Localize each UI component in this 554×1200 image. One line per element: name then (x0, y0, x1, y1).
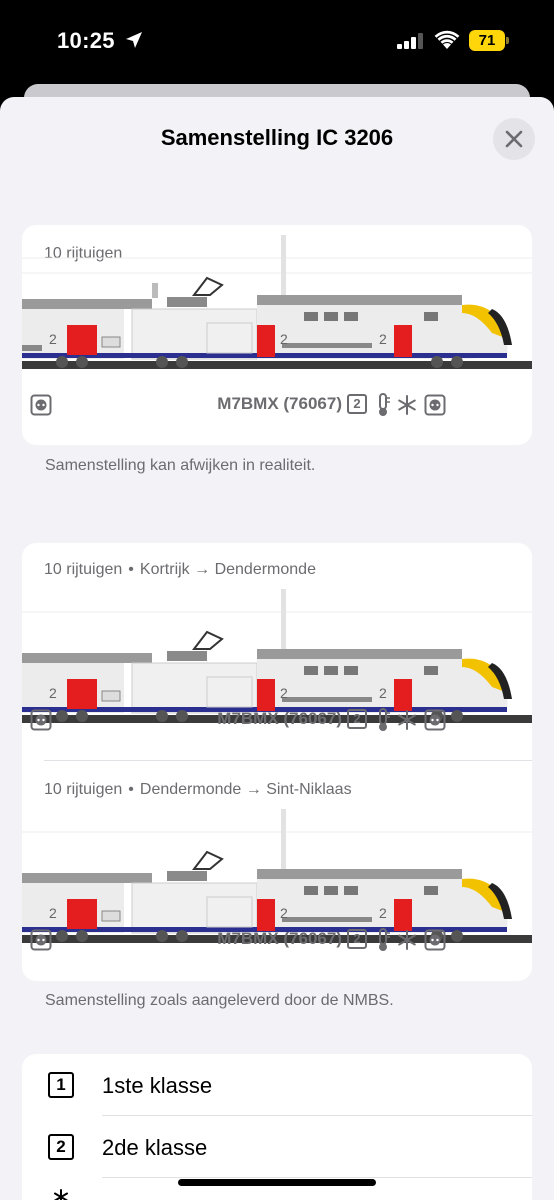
class-marker: 2 (379, 331, 387, 347)
status-bar: 10:25 71 (0, 0, 554, 82)
second-class-icon: 2 (48, 1134, 74, 1160)
heating-icon (379, 393, 390, 416)
carriage-info-row: M7BMX (76067) 2 (22, 391, 532, 421)
segment-divider (44, 760, 532, 761)
heating-icon (379, 928, 390, 951)
carriage-info-row: M7BMX (76067) 2 (22, 706, 532, 736)
second-class-icon: 2 (347, 394, 367, 414)
close-icon (505, 130, 523, 148)
home-indicator[interactable] (178, 1179, 376, 1186)
train-graphic: 2 2 2 (22, 809, 532, 943)
card-caption: 10 rijtuigen • Kortrijk → Dendermonde (44, 561, 316, 579)
airco-snowflake-icon (398, 395, 416, 415)
class-marker: 2 (280, 905, 288, 921)
class-marker: 2 (49, 905, 57, 921)
train-graphic: 2 2 2 (22, 589, 532, 723)
class-marker: 2 (280, 685, 288, 701)
class-marker: 2 (49, 685, 57, 701)
first-class-icon: 1 (48, 1072, 74, 1098)
train-model: M7BMX (76067) (217, 394, 342, 413)
location-arrow-icon (126, 32, 142, 48)
carriage-count: 10 rijtuigen (44, 781, 123, 798)
power-socket-icon (30, 394, 52, 416)
route-to: Dendermonde (214, 561, 316, 578)
class-marker: 2 (280, 331, 288, 347)
composition-sheet: Samenstelling IC 3206 10 rijtuigen 2 2 2… (0, 97, 554, 1200)
route-from: Kortrijk (139, 561, 190, 578)
battery-tip (506, 37, 509, 44)
caption-separator: • (128, 781, 134, 798)
legend-label: 2de klasse (102, 1135, 208, 1160)
class-marker: 2 (379, 685, 387, 701)
source-note: Samenstelling zoals aangeleverd door de … (45, 992, 394, 1009)
train-illustration[interactable]: 2 2 2 (22, 233, 532, 393)
disclaimer-note: Samenstelling kan afwijken in realiteit. (45, 457, 316, 474)
sheet-title: Samenstelling IC 3206 (160, 125, 394, 150)
class-marker: 2 (49, 331, 57, 347)
battery-level: 71 (469, 30, 505, 51)
composition-card: 10 rijtuigen • Kortrijk → Dendermonde 2 … (22, 543, 532, 981)
train-model: M7BMX (76067) (217, 929, 342, 948)
carriage-info-row: M7BMX (76067) 2 (22, 926, 532, 956)
composition-card: 10 rijtuigen 2 2 2 M7BMX (76067) 2 (22, 225, 532, 445)
status-time: 10:25 (57, 28, 115, 53)
legend-row-second-class: 2 2de klasse (22, 1116, 532, 1178)
legend-label: 1ste klasse (102, 1073, 213, 1098)
route-arrow-icon: → (245, 781, 262, 798)
train-graphic: 2 2 2 (22, 235, 532, 369)
airco-snowflake-icon (398, 930, 416, 950)
asterisk-icon (54, 1189, 68, 1200)
power-socket-icon (30, 709, 52, 731)
second-class-icon: 2 (347, 929, 367, 949)
heating-icon (379, 708, 390, 731)
power-socket-icon (424, 709, 446, 731)
caption-separator: • (128, 561, 134, 578)
airco-snowflake-icon (398, 710, 416, 730)
power-socket-icon (424, 394, 446, 416)
power-socket-icon (30, 929, 52, 951)
route-arrow-icon: → (194, 561, 211, 578)
route-from: Dendermonde (139, 781, 242, 798)
wifi-icon (434, 30, 460, 49)
power-socket-icon (424, 929, 446, 951)
second-class-icon: 2 (347, 709, 367, 729)
train-model: M7BMX (76067) (217, 709, 342, 728)
cellular-signal-icon (397, 33, 423, 49)
legend-divider (102, 1177, 532, 1178)
class-marker: 2 (379, 905, 387, 921)
carriage-count: 10 rijtuigen (44, 561, 123, 578)
battery-icon: 71 (469, 30, 509, 51)
legend-row-first-class: 1 1ste klasse (22, 1054, 532, 1116)
route-to: Sint-Niklaas (266, 781, 352, 798)
close-button[interactable] (493, 118, 535, 160)
card-caption: 10 rijtuigen • Dendermonde → Sint-Niklaas (44, 781, 352, 799)
